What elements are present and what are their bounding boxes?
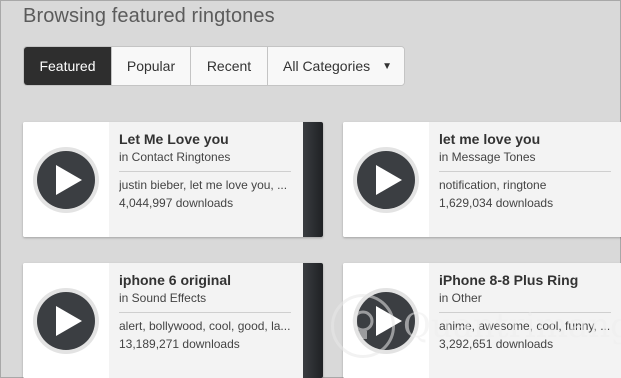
card-side-bar[interactable]: [303, 122, 323, 237]
download-count: 3,292,651 downloads: [439, 337, 554, 351]
divider: [119, 171, 291, 172]
ringtone-card[interactable]: Let Me Love you in Contact Ringtones jus…: [23, 122, 323, 237]
divider: [439, 312, 611, 313]
ringtone-category: in Other: [439, 291, 482, 305]
ringtone-info: Let Me Love you in Contact Ringtones jus…: [109, 122, 323, 237]
ringtone-thumbnail: [343, 122, 429, 237]
all-categories-label: All Categories: [283, 58, 371, 74]
ringtone-card[interactable]: let me love you in Message Tones notific…: [343, 122, 621, 237]
ringtone-name[interactable]: iphone 6 original: [119, 272, 313, 288]
ringtone-thumbnail: [23, 122, 109, 237]
divider: [439, 171, 611, 172]
ringtone-category: in Message Tones: [439, 150, 536, 164]
ringtone-card[interactable]: iphone 6 original in Sound Effects alert…: [23, 263, 323, 378]
play-button[interactable]: [353, 288, 419, 354]
ringtone-thumbnail: [343, 263, 429, 378]
play-button[interactable]: [33, 147, 99, 213]
ringtone-category: in Sound Effects: [119, 291, 207, 305]
caret-down-icon: ▼: [382, 60, 393, 72]
play-icon: [357, 292, 415, 350]
ringtone-name[interactable]: iPhone 8-8 Plus Ring: [439, 272, 621, 288]
tab-recent[interactable]: Recent: [190, 47, 267, 85]
page-title: Browsing featured ringtones: [23, 5, 275, 27]
ringtone-info: let me love you in Message Tones notific…: [429, 122, 621, 237]
download-count: 13,189,271 downloads: [119, 337, 240, 351]
ringtone-name[interactable]: let me love you: [439, 131, 621, 147]
tab-featured[interactable]: Featured: [24, 47, 111, 85]
ringtone-tags: justin bieber, let me love you, ...: [119, 178, 288, 192]
ringtone-tags: notification, ringtone: [439, 178, 547, 192]
ringtone-tags: alert, bollywood, cool, good, la...: [119, 319, 291, 333]
play-icon: [37, 292, 95, 350]
ringtone-card[interactable]: iPhone 8-8 Plus Ring in Other anime, awe…: [343, 263, 621, 378]
ringtone-thumbnail: [23, 263, 109, 378]
ringtone-name[interactable]: Let Me Love you: [119, 131, 313, 147]
divider: [119, 312, 291, 313]
ringtone-info: iPhone 8-8 Plus Ring in Other anime, awe…: [429, 263, 621, 378]
card-side-bar[interactable]: [303, 263, 323, 378]
download-count: 1,629,034 downloads: [439, 196, 554, 210]
all-categories-dropdown[interactable]: All Categories ▼: [267, 47, 404, 85]
play-button[interactable]: [33, 288, 99, 354]
play-icon: [37, 151, 95, 209]
ringtone-info: iphone 6 original in Sound Effects alert…: [109, 263, 323, 378]
download-count: 4,044,997 downloads: [119, 196, 234, 210]
category-tab-bar: Featured Popular Recent All Categories ▼: [23, 46, 405, 86]
play-button[interactable]: [353, 147, 419, 213]
ringtone-tags: anime, awesome, cool, funny, ...: [439, 319, 611, 333]
ringtone-category: in Contact Ringtones: [119, 150, 231, 164]
tab-popular[interactable]: Popular: [111, 47, 190, 85]
play-icon: [357, 151, 415, 209]
